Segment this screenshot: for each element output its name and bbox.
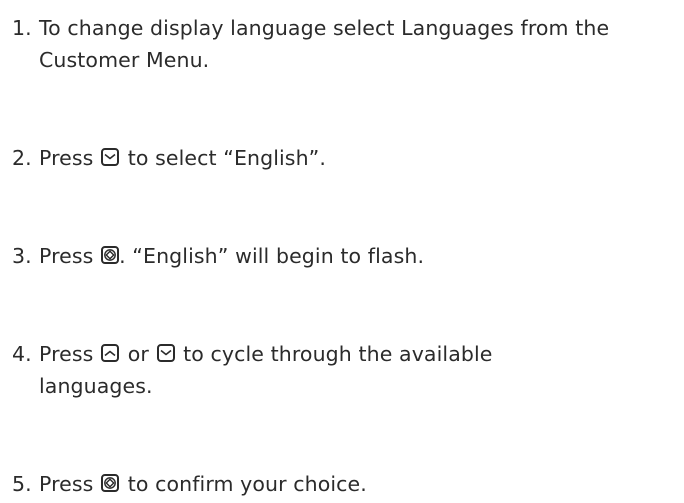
step-text: Press to confirm your choice. [12,468,677,500]
instruction-step-3: 3. Press . “English” will begin to flash… [12,240,677,272]
step-text: Press . “English” will begin to flash. [12,240,677,272]
step-text: Press or to cycle through the available … [12,338,677,402]
step-number: 1. [12,16,32,40]
step-text: Press to select “English”. [12,142,677,174]
instruction-step-5: 5. Press to confirm your choice. [12,468,677,500]
enter-button-icon [101,474,120,492]
step-text-after: to confirm your choice. [127,472,367,496]
step-text-after: . “English” will begin to flash. [119,244,425,268]
enter-button-icon [101,246,120,264]
step-number: 4. [12,342,32,366]
step-text-middle: or [127,342,149,366]
step-text-before: Press [39,342,94,366]
step-text: To change display language select Langua… [12,12,677,76]
step-text-after: to cycle through the available [183,342,493,366]
instruction-step-2: 2. Press to select “English”. [12,142,677,174]
up-arrow-button-icon [101,344,120,362]
step-number: 5. [12,472,32,496]
step-text-line-1: To change display language select Langua… [39,16,610,40]
down-arrow-button-icon [156,344,175,362]
step-text-before: Press [39,244,94,268]
step-text-line-2: Customer Menu. [39,48,210,72]
instruction-step-1: 1. To change display language select Lan… [12,12,677,76]
step-text-before: Press [39,472,94,496]
step-number: 3. [12,244,32,268]
down-arrow-button-icon [101,148,120,166]
step-text-line-2: languages. [39,374,153,398]
step-number: 2. [12,146,32,170]
step-text-before: Press [39,146,94,170]
instruction-step-4: 4. Press or to cycle through the availab… [12,338,677,402]
step-text-after: to select “English”. [127,146,327,170]
